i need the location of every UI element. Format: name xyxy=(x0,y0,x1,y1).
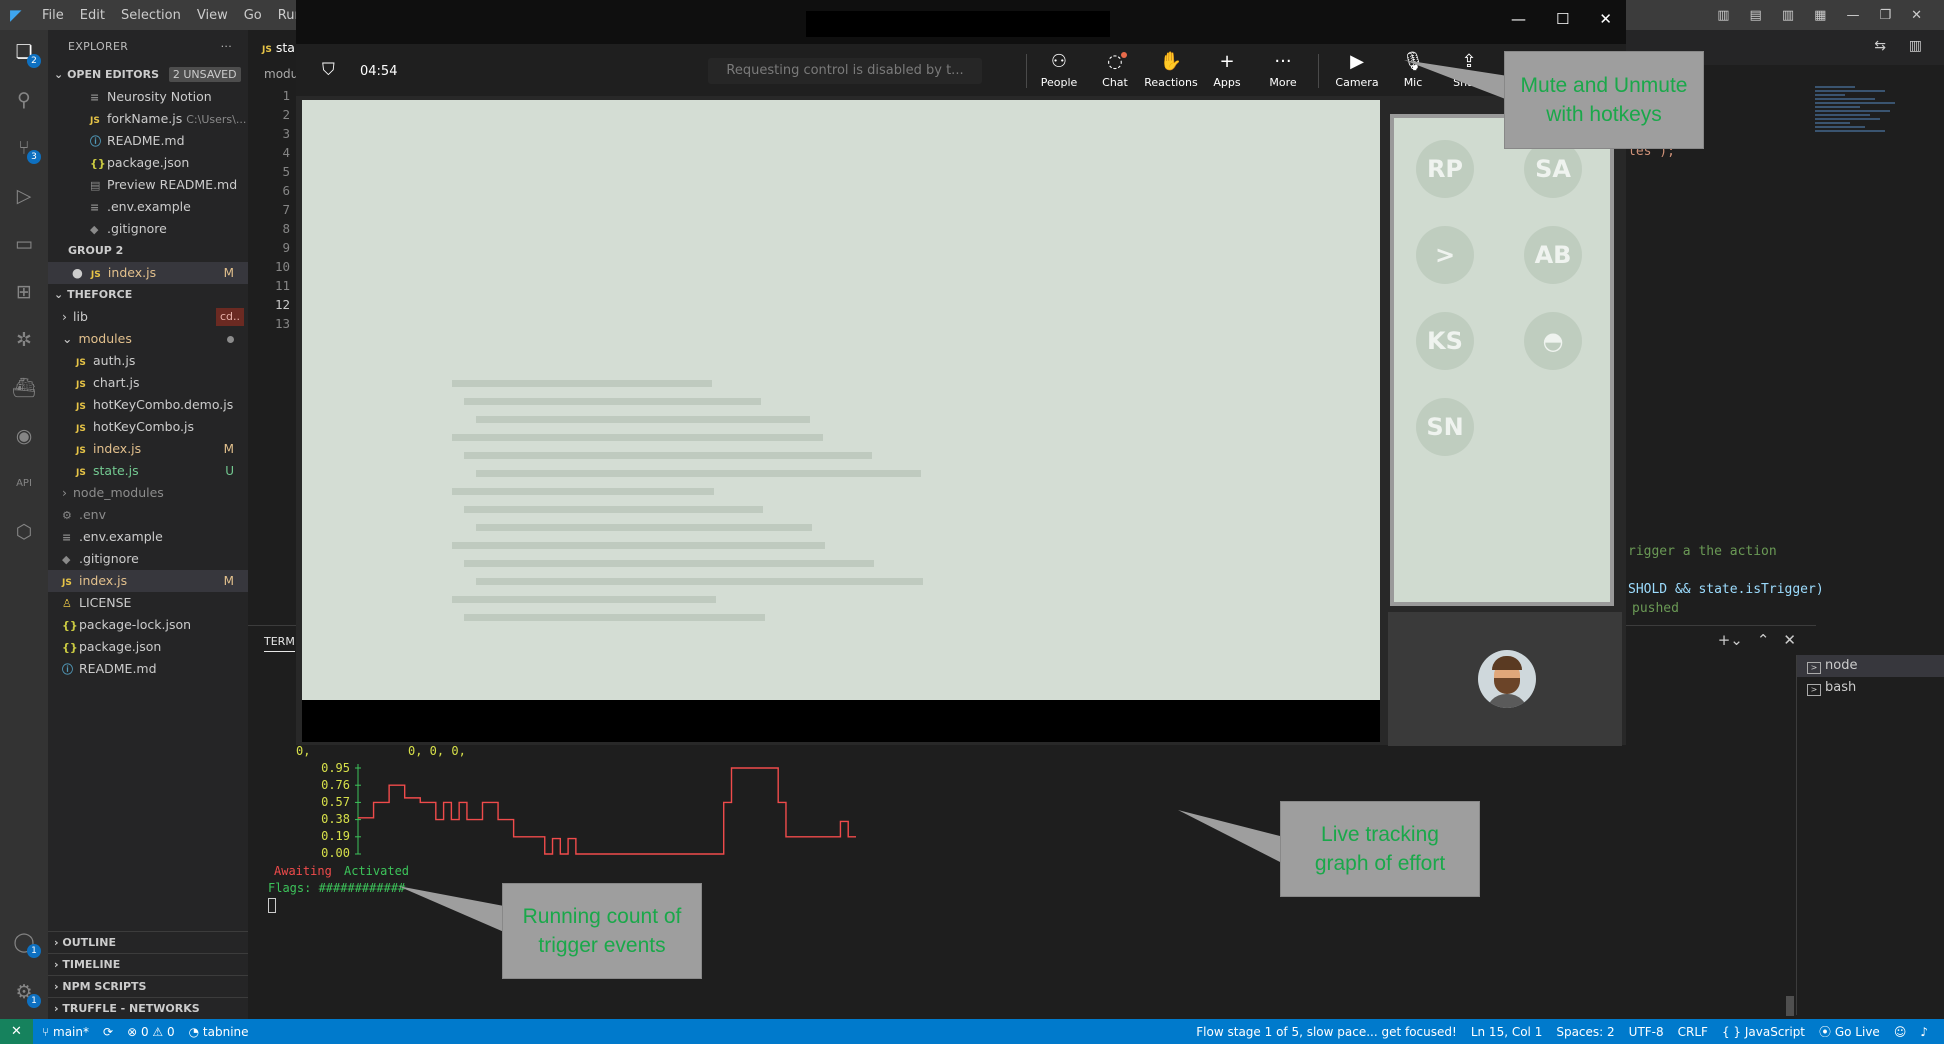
mute-callout-pointer xyxy=(1404,60,1508,100)
problems-status[interactable]: ⊗ 0 ⚠ 0 xyxy=(127,1025,175,1039)
status-bar: ✕ ⑂ main* ⟳ ⊗ 0 ⚠ 0 ◔ tabnine Flow stage… xyxy=(0,1019,1944,1044)
count-callout-pointer xyxy=(398,886,504,932)
error-icon: ⊗ xyxy=(127,1024,141,1039)
indentation[interactable]: Spaces: 2 xyxy=(1556,1025,1614,1039)
end-of-line[interactable]: CRLF xyxy=(1678,1025,1708,1039)
tabnine-status[interactable]: ◔ tabnine xyxy=(189,1025,249,1039)
branch-status[interactable]: ⑂ main* xyxy=(42,1025,89,1039)
encoding[interactable]: UTF-8 xyxy=(1629,1025,1664,1039)
sync-icon[interactable]: ⟳ xyxy=(103,1025,113,1039)
tabnine-icon: ◔ xyxy=(188,1024,203,1039)
language-mode[interactable]: { } JavaScript xyxy=(1722,1025,1805,1039)
status-right: Flow stage 1 of 5, slow pace... get focu… xyxy=(1196,1019,1928,1044)
graph-callout-pointer xyxy=(1178,810,1280,862)
graph-annotation: Live tracking graph of effort xyxy=(1280,801,1480,897)
notifications-bell-icon[interactable]: ♪ xyxy=(1920,1025,1928,1039)
callout-pointers xyxy=(398,60,1508,932)
broadcast-icon: ⦿ xyxy=(1819,1025,1835,1039)
remote-indicator-icon[interactable]: ✕ xyxy=(0,1019,33,1044)
branch-icon: ⑂ xyxy=(42,1024,54,1039)
count-annotation: Running count of trigger events xyxy=(502,883,702,979)
go-live-button[interactable]: ⦿ Go Live xyxy=(1819,1023,1880,1040)
flow-stage-status[interactable]: Flow stage 1 of 5, slow pace... get focu… xyxy=(1196,1025,1457,1039)
braces-icon: { } xyxy=(1721,1024,1745,1039)
feedback-icon[interactable]: ☺ xyxy=(1894,1025,1907,1039)
warning-icon: ⚠ xyxy=(152,1024,167,1039)
status-left: ⑂ main* ⟳ ⊗ 0 ⚠ 0 ◔ tabnine xyxy=(42,1019,249,1044)
mute-annotation: Mute and Unmute with hotkeys xyxy=(1504,51,1704,149)
cursor-position[interactable]: Ln 15, Col 1 xyxy=(1471,1025,1543,1039)
